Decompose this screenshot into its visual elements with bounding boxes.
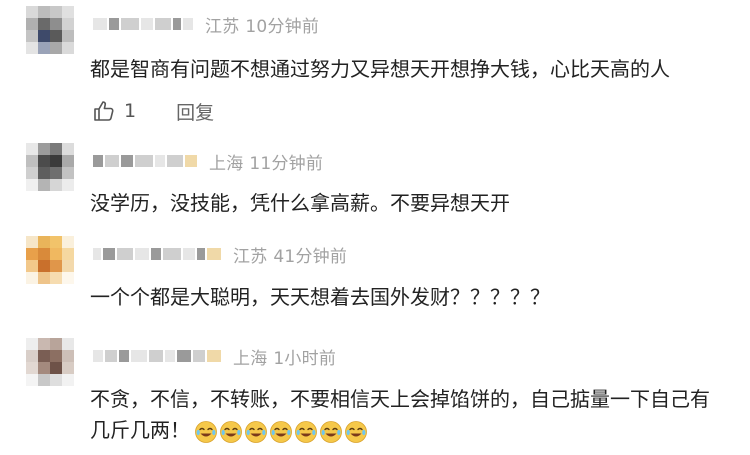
laughing-crying-emoji [220,420,242,443]
comment-item: 上海 11分钟前 没学历，没技能，凭什么拿高薪。不要异想天开 [0,140,750,228]
comment-text: 一个个都是大聪明，天天想着去国外发财？？？？？ [90,285,550,309]
reply-button[interactable]: 回复 [176,98,214,125]
username-blurred[interactable] [93,155,197,167]
username-blurred[interactable] [93,18,193,30]
avatar[interactable] [26,338,74,386]
comment-meta: 上海 11分钟前 [93,149,324,174]
location-label: 江苏 [205,16,240,37]
like-button[interactable]: 1 [92,99,136,123]
comment-text: 没学历，没技能，凭什么拿高薪。不要异想天开 [90,191,510,215]
timestamp: 1小时前 [273,348,337,369]
laughing-crying-emoji [195,420,217,443]
comment-actions: 1 回复 [92,96,214,126]
avatar[interactable] [26,236,74,284]
comment-text-content: 不贪，不信，不转账，不要相信天上会掉馅饼的，自己掂量一下自己有几斤几两！ [90,387,710,442]
comment-meta: 江苏 41分钟前 [93,242,348,267]
location-label: 上海 [209,153,244,174]
laughing-crying-emoji [345,420,367,443]
laughing-crying-emoji [295,420,317,443]
comment-item: 上海 1小时前 不贪，不信，不转账，不要相信天上会掉馅饼的，自己掂量一下自己有几… [0,328,750,455]
username-blurred[interactable] [93,248,221,260]
laughing-crying-emoji [245,420,267,443]
avatar[interactable] [26,143,74,191]
laughing-crying-emoji [320,420,342,443]
comment-text: 不贪，不信，不转账，不要相信天上会掉馅饼的，自己掂量一下自己有几斤几两！ [90,384,716,446]
comment-meta: 上海 1小时前 [93,344,337,369]
emoji-row [194,420,368,444]
timestamp: 41分钟前 [273,246,348,267]
timestamp: 10分钟前 [245,16,320,37]
comment-item: 江苏 10分钟前 都是智商有问题不想通过努力又异想天开想挣大钱，心比天高的人 1… [0,0,750,140]
comment-item: 江苏 41分钟前 一个个都是大聪明，天天想着去国外发财？？？？？ [0,228,750,328]
location-label: 江苏 [233,246,268,267]
comment-text: 都是智商有问题不想通过努力又异想天开想挣大钱，心比天高的人 [90,57,670,81]
laughing-crying-emoji [270,420,292,443]
username-blurred[interactable] [93,350,221,362]
comment-meta: 江苏 10分钟前 [93,12,320,37]
like-count: 1 [124,100,137,122]
avatar[interactable] [26,6,74,54]
thumbs-up-icon [94,101,114,121]
timestamp: 11分钟前 [249,153,324,174]
location-label: 上海 [233,348,268,369]
